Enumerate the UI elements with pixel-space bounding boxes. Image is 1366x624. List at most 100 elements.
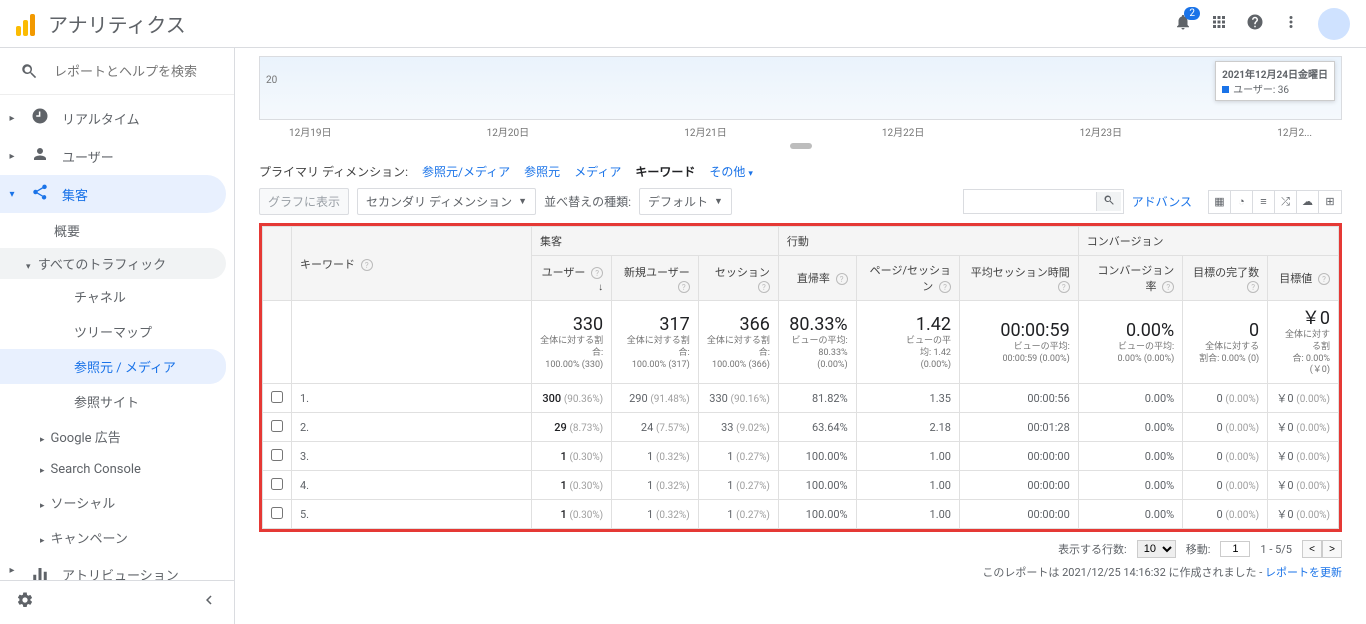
dim-ref[interactable]: 参照元	[524, 163, 560, 180]
pager: 表示する行数: 10 移動: 1 - 5/5 < >	[235, 532, 1366, 562]
dim-label: プライマリ ディメンション:	[259, 163, 408, 180]
table-row[interactable]: 1. 300 (90.36%)290 (91.48%)330 (90.16%)8…	[263, 384, 1339, 413]
col-goal-compl[interactable]: 目標の完了数 ?	[1183, 256, 1268, 301]
nav-attribution[interactable]: ▸ アトリビューション ベータ版	[0, 555, 234, 580]
app-header: アナリティクス 2	[0, 0, 1366, 48]
col-goal-value[interactable]: 目標値 ?	[1268, 256, 1339, 301]
go-label: 移動:	[1186, 541, 1211, 557]
nav-campaign[interactable]: キャンペーン	[54, 520, 234, 555]
nav-label: ユーザー	[62, 147, 114, 166]
sort-type-label: 並べ替えの種類:	[544, 193, 631, 210]
rows-select[interactable]: 10	[1137, 540, 1176, 558]
nav-search-console[interactable]: Search Console	[54, 454, 234, 485]
user-icon	[30, 145, 50, 167]
table-row[interactable]: 4. 1 (0.30%)1 (0.32%)1 (0.27%)100.00%1.0…	[263, 471, 1339, 500]
chart-canvas[interactable]: 20 2021年12月24日金曜日 ユーザー: 36	[259, 56, 1342, 120]
help-hint-icon[interactable]: ?	[361, 259, 373, 271]
table-search-button[interactable]	[1096, 192, 1121, 211]
notifications-icon[interactable]: 2	[1174, 13, 1192, 35]
row-checkbox[interactable]	[271, 420, 283, 432]
table-search[interactable]	[963, 189, 1124, 214]
table-row[interactable]: 3. 1 (0.30%)1 (0.32%)1 (0.27%)100.00%1.0…	[263, 442, 1339, 471]
advanced-link[interactable]: アドバンス	[1132, 193, 1192, 210]
nav-all-traffic[interactable]: ▾ すべてのトラフィック	[0, 248, 226, 279]
chart-x-axis: 12月19日12月20日12月21日12月22日12月23日12月2...	[259, 120, 1342, 139]
more-vert-icon[interactable]	[1282, 13, 1300, 35]
col-bounce[interactable]: 直帰率 ?	[778, 256, 856, 301]
sidebar-footer	[0, 580, 234, 624]
group-acq: 集客	[532, 227, 779, 256]
col-pages-sess[interactable]: ページ/セッション ?	[856, 256, 959, 301]
chevron-down-icon: ▾	[6, 189, 18, 200]
dim-keyword[interactable]: キーワード	[635, 163, 695, 180]
view-pie-icon[interactable]: ◔	[1231, 191, 1253, 213]
view-pivot-icon[interactable]: ⊞	[1319, 191, 1341, 213]
nav-overview[interactable]: 概要	[54, 213, 234, 248]
table-row[interactable]: 5. 1 (0.30%)1 (0.32%)1 (0.27%)100.00%1.0…	[263, 500, 1339, 529]
chevron-right-icon: ▸	[6, 113, 18, 124]
sidebar-search[interactable]	[0, 48, 234, 95]
refresh-report-link[interactable]: レポートを更新	[1265, 566, 1342, 579]
col-users[interactable]: ユーザー ? ↓	[532, 256, 612, 301]
view-comparison-icon[interactable]: ⤮	[1275, 191, 1297, 213]
chevron-right-icon: ▸	[6, 565, 18, 576]
nav-channel[interactable]: チャネル	[70, 279, 234, 314]
ga-logo[interactable]: アナリティクス	[16, 9, 186, 38]
collapse-sidebar-icon[interactable]	[200, 591, 218, 614]
notification-badge: 2	[1184, 7, 1200, 20]
view-table-icon[interactable]: ▦	[1209, 191, 1231, 213]
avatar[interactable]	[1318, 8, 1350, 40]
chart-area: 20 2021年12月24日金曜日 ユーザー: 36 12月19日12月20日1…	[235, 48, 1366, 153]
nav-user[interactable]: ▸ ユーザー	[0, 137, 234, 175]
nav-realtime[interactable]: ▸ リアルタイム	[0, 99, 234, 137]
share-icon	[30, 183, 50, 205]
col-new-users[interactable]: 新規ユーザー ?	[612, 256, 699, 301]
col-sessions[interactable]: セッション ?	[698, 256, 778, 301]
row-checkbox[interactable]	[271, 391, 283, 403]
header-icons: 2	[1174, 8, 1350, 40]
nav-treemap[interactable]: ツリーマップ	[70, 314, 234, 349]
view-bar-icon[interactable]: ≡	[1253, 191, 1275, 213]
nav-acquisition[interactable]: ▾ 集客	[0, 175, 226, 213]
row-checkbox[interactable]	[271, 507, 283, 519]
help-icon[interactable]	[1246, 13, 1264, 35]
col-conv-rate[interactable]: コンバージョン率 ?	[1078, 256, 1182, 301]
col-keyword[interactable]: キーワード ?	[292, 227, 532, 301]
row-checkbox[interactable]	[271, 478, 283, 490]
attribution-icon	[30, 565, 50, 580]
clock-icon	[30, 107, 50, 129]
go-input[interactable]	[1220, 541, 1250, 557]
range-label: 1 - 5/5	[1260, 543, 1292, 556]
group-beh: 行動	[778, 227, 1078, 256]
main-content: 20 2021年12月24日金曜日 ユーザー: 36 12月19日12月20日1…	[235, 48, 1366, 624]
secondary-dimension-select[interactable]: セカンダリ ディメンション▼	[357, 188, 536, 215]
row-checkbox[interactable]	[271, 449, 283, 461]
nav-ref-media[interactable]: 参照元 / メディア	[0, 349, 226, 384]
group-conv: コンバージョン	[1078, 227, 1338, 256]
col-avg-dur[interactable]: 平均セッション時間 ?	[960, 256, 1079, 301]
nav-google-ads[interactable]: Google 広告	[54, 419, 234, 454]
chart-scrub-handle[interactable]	[790, 143, 812, 149]
app-title: アナリティクス	[48, 9, 186, 38]
admin-gear-icon[interactable]	[16, 591, 34, 614]
nav-label: リアルタイム	[62, 109, 140, 128]
nav-ref-site[interactable]: 参照サイト	[70, 384, 234, 419]
chevron-right-icon: ▸	[6, 151, 18, 162]
apps-grid-icon[interactable]	[1210, 13, 1228, 35]
dim-media[interactable]: メディア	[574, 163, 621, 180]
sort-desc-icon: ↓	[598, 282, 603, 293]
dim-other[interactable]: その他 ▾	[709, 163, 753, 180]
nav-label: 集客	[62, 185, 88, 204]
table-search-input[interactable]	[966, 193, 1096, 211]
nav-social[interactable]: ソーシャル	[54, 485, 234, 520]
table-toolbar: グラフに表示 セカンダリ ディメンション▼ 並べ替えの種類: デフォルト▼ アド…	[235, 188, 1366, 223]
sort-type-select[interactable]: デフォルト▼	[639, 188, 732, 215]
dim-ref-media[interactable]: 参照元/メディア	[422, 163, 510, 180]
prev-page-button[interactable]: <	[1302, 540, 1322, 558]
view-toggle: ▦ ◔ ≡ ⤮ ☁ ⊞	[1208, 190, 1342, 214]
next-page-button[interactable]: >	[1322, 540, 1342, 558]
table-row[interactable]: 2. 29 (8.73%)24 (7.57%)33 (9.02%)63.64%2…	[263, 413, 1339, 442]
view-cloud-icon[interactable]: ☁	[1297, 191, 1319, 213]
sidebar: ▸ リアルタイム ▸ ユーザー ▾ 集客 概要	[0, 48, 235, 624]
sidebar-search-input[interactable]	[54, 64, 204, 79]
